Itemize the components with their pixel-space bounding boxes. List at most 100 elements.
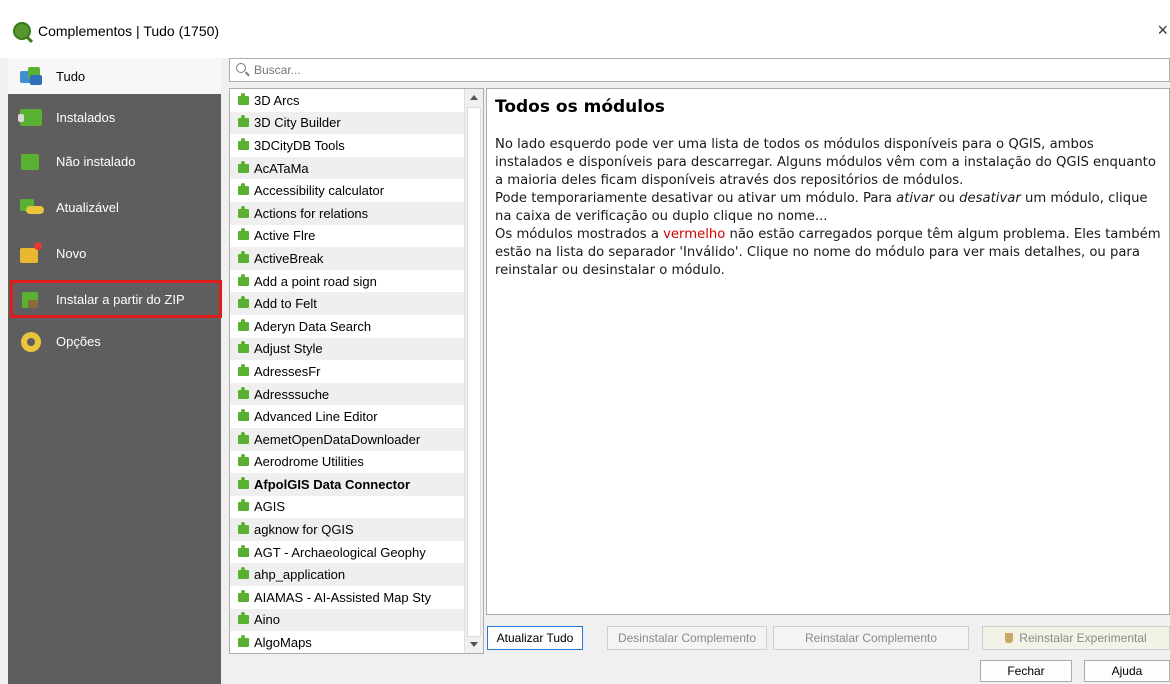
uninstall-plugin-button[interactable]: Desinstalar Complemento <box>607 626 767 650</box>
sidebar-item-label: Atualizável <box>56 199 119 215</box>
plugin-icon <box>238 635 249 648</box>
plugin-name: AIAMAS - AI-Assisted Map Sty <box>254 589 431 605</box>
list-item[interactable]: AfpolGIS Data Connector <box>230 473 483 496</box>
plugin-icon <box>238 499 249 512</box>
scroll-down-icon[interactable] <box>470 642 478 647</box>
list-item[interactable]: Add to Felt <box>230 292 483 315</box>
plugin-icon <box>238 92 249 105</box>
update-all-button[interactable]: Atualizar Tudo <box>487 626 583 650</box>
help-button[interactable]: Ajuda <box>1084 660 1170 682</box>
list-item[interactable]: Aderyn Data Search <box>230 315 483 338</box>
list-item[interactable]: AIAMAS - AI-Assisted Map Sty <box>230 586 483 609</box>
plugin-icon <box>238 341 249 354</box>
plugin-icon <box>238 115 249 128</box>
sidebar-item-new[interactable]: Novo <box>8 236 221 270</box>
upgradeable-icon <box>18 196 44 218</box>
list-item[interactable]: Actions for relations <box>230 201 483 225</box>
plugin-name: Aino <box>254 612 281 628</box>
list-item[interactable]: Add a point road sign <box>230 270 483 293</box>
list-item[interactable]: Adjust Style <box>230 337 483 361</box>
plugin-icon <box>238 137 249 150</box>
plugin-icon <box>238 250 249 263</box>
plugin-icon <box>238 544 249 557</box>
list-item[interactable]: Adresssuche <box>230 382 483 406</box>
list-item[interactable]: AcATaMa <box>230 156 483 180</box>
list-item[interactable]: AemetOpenDataDownloader <box>230 427 483 451</box>
details-paragraph-3: Os módulos mostrados a vermelho não estã… <box>495 227 1161 278</box>
sidebar-item-label: Opções <box>56 333 101 349</box>
list-item[interactable]: AGT - Archaeological Geophy <box>230 541 483 564</box>
sidebar: Tudo Instalados Não instalado Atualizáve… <box>8 58 222 684</box>
list-item[interactable]: AdressesFr <box>230 360 483 383</box>
plugin-icon <box>238 476 249 489</box>
sidebar-item-options[interactable]: Opções <box>8 324 221 358</box>
plugin-name: Active Flre <box>254 228 316 244</box>
sidebar-item-upgradeable[interactable]: Atualizável <box>8 190 221 224</box>
sidebar-item-not-installed[interactable]: Não instalado <box>8 144 221 178</box>
plugin-icon <box>238 183 249 196</box>
not-installed-icon <box>18 150 44 172</box>
close-icon[interactable]: × <box>1157 20 1168 41</box>
plugin-name: AlgoMaps <box>254 635 312 651</box>
plugin-name: Actions for relations <box>254 205 369 221</box>
settings-gear-icon <box>18 330 44 352</box>
sidebar-item-label: Não instalado <box>56 153 136 169</box>
highlight-box <box>10 280 222 318</box>
list-item[interactable]: Active Flre <box>230 225 483 248</box>
list-item[interactable]: Advanced Line Editor <box>230 405 483 428</box>
plugin-name: 3D Arcs <box>254 92 300 108</box>
plugin-name: Adjust Style <box>254 341 323 357</box>
plugin-icon <box>238 431 249 444</box>
plugin-name: ActiveBreak <box>254 250 324 266</box>
plugin-name: Aerodrome Utilities <box>254 454 364 470</box>
search-icon <box>236 63 246 73</box>
all-plugins-icon <box>18 65 44 87</box>
plugin-icon <box>238 205 249 218</box>
list-item[interactable]: 3D City Builder <box>230 111 483 135</box>
new-plugins-icon <box>18 242 44 264</box>
scroll-thumb[interactable] <box>467 107 481 637</box>
plugin-name: Adresssuche <box>254 386 330 402</box>
plugin-name: AGT - Archaeological Geophy <box>254 544 426 560</box>
details-heading: Todos os módulos <box>495 97 665 117</box>
scroll-up-icon[interactable] <box>470 95 478 100</box>
sidebar-item-installed[interactable]: Instalados <box>8 100 221 134</box>
plugin-name: AdressesFr <box>254 363 321 379</box>
list-item[interactable]: ahp_application <box>230 563 483 587</box>
plugin-name: AemetOpenDataDownloader <box>254 431 421 447</box>
list-item[interactable]: agknow for QGIS <box>230 518 483 541</box>
plugin-name: Aderyn Data Search <box>254 318 372 334</box>
qgis-logo-icon <box>13 22 31 40</box>
details-paragraph-1: No lado esquerdo pode ver uma lista de t… <box>495 137 1156 188</box>
window-title: Complementos | Tudo (1750) <box>38 23 220 39</box>
plugin-list-scrollbar[interactable] <box>464 89 483 653</box>
sidebar-item-all[interactable]: Tudo <box>8 58 221 94</box>
sidebar-item-label: Tudo <box>56 68 86 84</box>
reinstall-experimental-button[interactable]: Reinstalar Experimental <box>982 626 1170 650</box>
plugin-icon <box>238 363 249 376</box>
plugin-name: Add to Felt <box>254 296 317 312</box>
list-item[interactable]: AlgoMaps <box>230 631 483 653</box>
plugin-name: AcATaMa <box>254 160 309 176</box>
plugin-icon <box>238 160 249 173</box>
plugin-name: AGIS <box>254 499 286 515</box>
plugin-icon <box>238 228 249 241</box>
search-input[interactable] <box>254 61 1154 79</box>
list-item[interactable]: 3DCityDB Tools <box>230 134 483 157</box>
list-item[interactable]: ActiveBreak <box>230 247 483 270</box>
list-item[interactable]: 3D Arcs <box>230 89 483 112</box>
plugin-name: Advanced Line Editor <box>254 409 378 425</box>
list-item[interactable]: AGIS <box>230 496 483 519</box>
experimental-flask-icon <box>1005 633 1014 643</box>
sidebar-item-label: Novo <box>56 245 87 261</box>
list-item[interactable]: Aerodrome Utilities <box>230 451 483 474</box>
close-button[interactable]: Fechar <box>980 660 1072 682</box>
reinstall-plugin-button[interactable]: Reinstalar Complemento <box>773 626 969 650</box>
list-item[interactable]: Accessibility calculator <box>230 179 483 202</box>
plugin-list[interactable]: 3D Arcs 3D City Builder 3DCityDB Tools AcAT… <box>229 88 484 654</box>
details-paragraph-2: Pode temporariamente desativar ou ativar… <box>495 191 1148 224</box>
list-item[interactable]: Aino <box>230 608 483 632</box>
plugin-icon <box>238 409 249 422</box>
sidebar-item-label: Instalados <box>56 109 116 125</box>
search-bar[interactable] <box>229 58 1170 82</box>
